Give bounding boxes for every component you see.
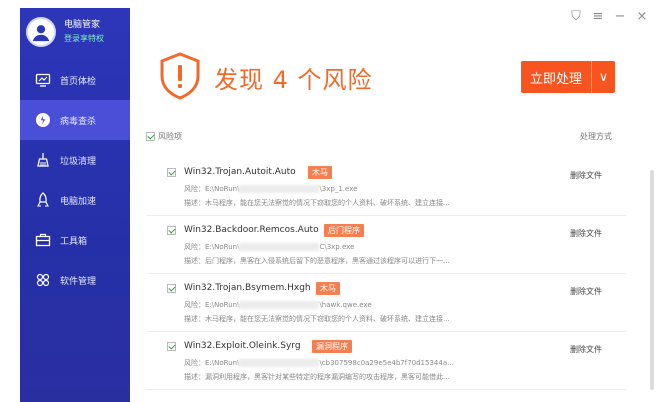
redacted-block xyxy=(239,301,320,309)
sidebar-item-speedup[interactable]: 电脑加速 xyxy=(20,180,130,220)
apps-icon xyxy=(34,271,52,289)
select-all[interactable]: 风险项 xyxy=(146,131,182,142)
column-method: 处理方式 xyxy=(580,132,612,141)
sidebar-item-home-checkup[interactable]: 首页体检 xyxy=(20,60,130,100)
redacted-block xyxy=(239,243,320,251)
sidebar-item-label: 病毒查杀 xyxy=(60,116,97,127)
sidebar-item-virus-scan[interactable]: 病毒查杀 xyxy=(20,100,130,140)
redacted-block xyxy=(239,359,320,367)
threat-description: 描述：木马程序，能在您无法察觉的情况下窃取您的个人资料、破坏系统、建立连接... xyxy=(184,315,450,323)
select-all-checkbox[interactable] xyxy=(146,132,155,141)
column-risk: 风险项 xyxy=(158,132,182,141)
threat-path: 风险：E:\NoRun\ C\3xp.exe xyxy=(184,243,355,251)
redacted-block xyxy=(239,185,320,193)
user-icon xyxy=(32,25,50,42)
risk-checkbox[interactable] xyxy=(167,284,176,293)
sidebar-item-label: 垃圾清理 xyxy=(60,156,97,167)
threat-name: Win32.Backdoor.Remcos.Auto xyxy=(184,225,319,235)
threat-tag: 漏洞程序 xyxy=(312,340,352,353)
fix-now-button[interactable]: 立即处理 ∨ xyxy=(521,61,615,93)
app-name: 电脑管家 xyxy=(64,20,101,30)
delete-file-action[interactable]: 删除文件 xyxy=(570,344,602,355)
threat-tag: 后门程序 xyxy=(324,224,364,237)
chevron-down-icon[interactable]: ∨ xyxy=(591,61,615,93)
window-controls: ⛉ ≡ − × xyxy=(569,10,649,24)
risk-checkbox[interactable] xyxy=(167,168,176,177)
list-item: Win32.Trojan.Autoit.Auto 木马 风险：E:\NoRun\… xyxy=(146,158,626,216)
threat-description: 描述：漏洞利用程序，黑客针对某些特定的程序漏洞编写的攻击程序，黑客可能借此... xyxy=(184,373,450,381)
list-item: Win32.Backdoor.Remcos.Auto 后门程序 风险：E:\No… xyxy=(146,216,626,274)
threat-description: 描述：后门程序，黑客在入侵系统后留下的恶意程序，黑客通过该程序可以进行下一... xyxy=(184,257,450,265)
delete-file-action[interactable]: 删除文件 xyxy=(570,170,602,181)
toolbox-icon xyxy=(34,231,52,249)
close-icon[interactable]: × xyxy=(635,10,649,24)
sidebar-nav: 首页体检 病毒查杀 垃圾清理 电脑加速 工具箱 软件管理 xyxy=(20,60,130,300)
list-item: Win32.Trojan.Bsymem.Hxgh 木马 风险：E:\NoRun\… xyxy=(146,274,626,332)
threat-tag: 木马 xyxy=(316,282,340,295)
sidebar-item-label: 首页体检 xyxy=(60,76,97,87)
profile-area[interactable]: 电脑管家 登录享特权 xyxy=(20,8,130,56)
threat-tag: 木马 xyxy=(308,166,332,179)
rocket-icon xyxy=(34,191,52,209)
sidebar-item-label: 软件管理 xyxy=(60,276,97,287)
avatar[interactable] xyxy=(26,17,56,47)
fix-now-label: 立即处理 xyxy=(529,71,582,87)
sidebar-item-software-manager[interactable]: 软件管理 xyxy=(20,260,130,300)
broom-icon xyxy=(34,151,52,169)
scrollbar[interactable] xyxy=(650,170,654,390)
delete-file-action[interactable]: 删除文件 xyxy=(570,286,602,297)
sidebar-item-label: 工具箱 xyxy=(60,236,88,247)
skin-icon[interactable]: ⛉ xyxy=(569,10,583,24)
login-link[interactable]: 登录享特权 xyxy=(64,32,104,45)
menu-icon[interactable]: ≡ xyxy=(591,10,605,24)
risk-checkbox[interactable] xyxy=(167,226,176,235)
monitor-icon xyxy=(34,71,52,89)
shield-scan-icon xyxy=(34,111,52,129)
risk-list: Win32.Trojan.Autoit.Auto 木马 风险：E:\NoRun\… xyxy=(146,158,626,390)
sidebar: 电脑管家 登录享特权 首页体检 病毒查杀 垃圾清理 电脑加速 工具箱 软件管理 xyxy=(20,8,130,402)
delete-file-action[interactable]: 删除文件 xyxy=(570,228,602,239)
minimize-icon[interactable]: − xyxy=(613,10,627,24)
risk-checkbox[interactable] xyxy=(167,342,176,351)
sidebar-item-junk-cleanup[interactable]: 垃圾清理 xyxy=(20,140,130,180)
threat-name: Win32.Exploit.Oleink.Syrg xyxy=(184,341,301,351)
threat-path: 风险：E:\NoRun\ \hawk.qwe.exe xyxy=(184,301,372,309)
threat-name: Win32.Trojan.Autoit.Auto xyxy=(184,167,296,177)
sidebar-item-label: 电脑加速 xyxy=(60,196,97,207)
threat-name: Win32.Trojan.Bsymem.Hxgh xyxy=(184,283,311,293)
threat-description: 描述：木马程序，能在您无法察觉的情况下窃取您的个人资料、破坏系统、建立连接... xyxy=(184,199,450,207)
threat-path: 风险：E:\NoRun\ \3xp_1.exe xyxy=(184,185,358,193)
sidebar-item-toolbox[interactable]: 工具箱 xyxy=(20,220,130,260)
list-item: Win32.Exploit.Oleink.Syrg 漏洞程序 风险：E:\NoR… xyxy=(146,332,626,390)
threat-path: 风险：E:\NoRun\ \cb307598c0a29e5e4b7f70d1534… xyxy=(184,359,454,367)
list-header: 风险项 处理方式 xyxy=(146,131,612,142)
page-title: 发现 4 个风险 xyxy=(214,66,373,94)
warning-shield-icon xyxy=(160,52,200,100)
